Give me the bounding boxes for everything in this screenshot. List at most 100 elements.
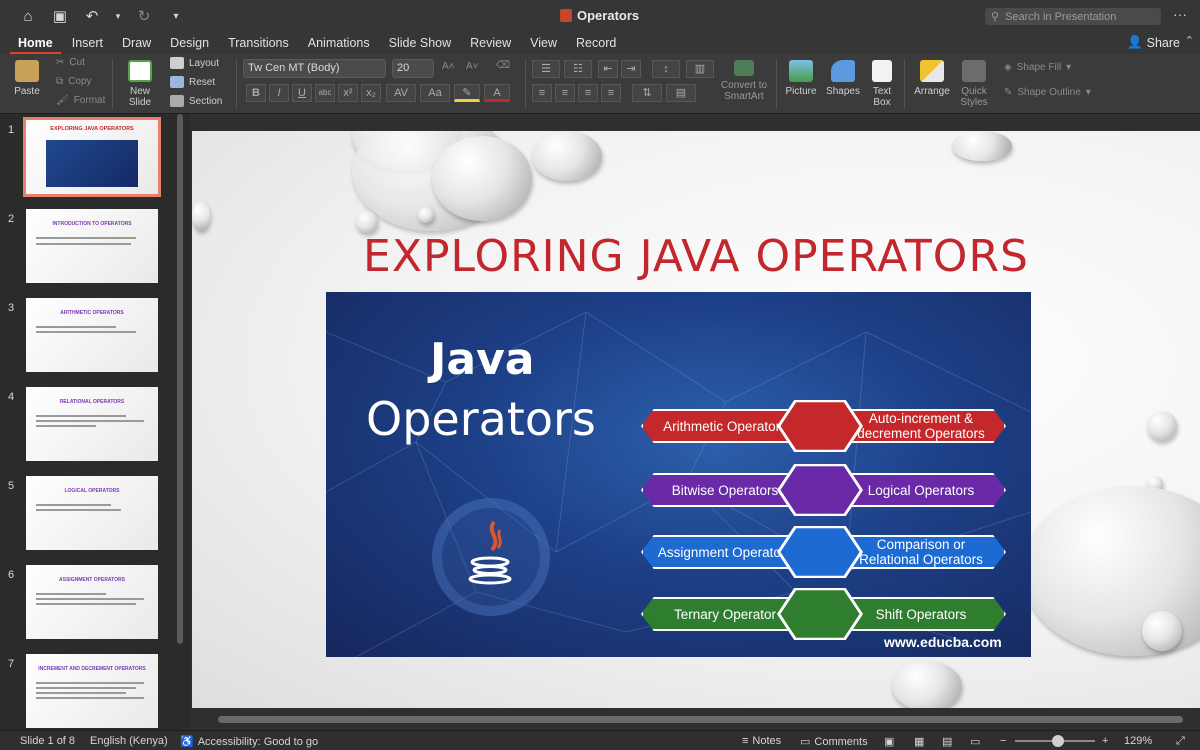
tab-animations[interactable]: Animations <box>300 34 378 54</box>
thumbnail-slide-5[interactable]: LOGICAL OPERATORS <box>26 476 158 550</box>
copy-button[interactable]: ⧉ Copy <box>56 76 92 87</box>
customize-toolbar-icon[interactable]: ▾ <box>166 6 186 26</box>
arrange-button[interactable]: Arrange <box>911 60 953 97</box>
fit-to-window-icon[interactable]: ⤢ <box>1176 735 1185 748</box>
numbering-icon[interactable]: ☷ <box>564 60 592 78</box>
text-box-button[interactable]: Text Box <box>868 60 896 108</box>
thumbnail-slide-1[interactable]: EXPLORING JAVA OPERATORS <box>23 117 161 197</box>
thumbnail-slide-4[interactable]: RELATIONAL OPERATORS <box>26 387 158 461</box>
line-spacing-icon[interactable]: ↕ <box>652 60 680 78</box>
search-input[interactable]: ⚲ Search in Presentation <box>985 8 1161 25</box>
shrink-font-icon[interactable]: A˅ <box>466 61 479 72</box>
slide-title[interactable]: EXPLORING JAVA OPERATORS <box>192 231 1200 282</box>
justify-icon[interactable]: ≡ <box>601 84 621 102</box>
thumbnail-slide-2[interactable]: INTRODUCTION TO OPERATORS <box>26 209 158 283</box>
decrease-indent-icon[interactable]: ⇤ <box>598 60 618 78</box>
copy-icon: ⧉ <box>56 76 64 87</box>
tab-transitions[interactable]: Transitions <box>220 34 297 54</box>
italic-icon[interactable]: I <box>269 84 289 102</box>
slide-thumbnail[interactable]: 7 INCREMENT AND DECREMENT OPERATORS <box>0 654 176 730</box>
redo-icon[interactable]: ↻ <box>134 6 154 26</box>
font-name-select[interactable]: Tw Cen MT (Body) <box>243 59 386 78</box>
bullets-icon[interactable]: ☰ <box>532 60 560 78</box>
tab-draw[interactable]: Draw <box>114 34 159 54</box>
title-bar: ⌂ ▣ ↶ ▾ ↻ ▾ Operators ⚲ Search in Presen… <box>0 0 1200 32</box>
normal-view-icon[interactable]: ▣ <box>884 735 894 748</box>
thumbnail-slide-6[interactable]: ASSIGNMENT OPERATORS <box>26 565 158 639</box>
font-color-icon[interactable]: A <box>484 84 510 102</box>
picture-button[interactable]: Picture <box>784 60 818 97</box>
thumbnail-slide-3[interactable]: ARITHMETIC OPERATORS <box>26 298 158 372</box>
subscript-icon[interactable]: x₂ <box>361 84 381 102</box>
thumbnail-slide-7[interactable]: INCREMENT AND DECREMENT OPERATORS <box>26 654 158 728</box>
clear-formatting-icon[interactable]: ⌫ <box>496 60 510 71</box>
zoom-slider-knob[interactable] <box>1052 735 1064 747</box>
quick-styles-button[interactable]: Quick Styles <box>956 60 992 108</box>
grow-font-icon[interactable]: A˄ <box>442 61 455 72</box>
notes-button[interactable]: ≡ Notes <box>742 735 781 747</box>
character-spacing-icon[interactable]: AV <box>386 84 416 102</box>
java-operators-banner-image[interactable]: Java Operators Arithmetic Operators Auto… <box>326 292 1031 657</box>
underline-icon[interactable]: U <box>292 84 312 102</box>
reading-view-icon[interactable]: ▤ <box>942 735 952 748</box>
paste-button[interactable]: Paste <box>8 60 46 97</box>
font-size-select[interactable]: 20 <box>392 59 434 78</box>
highlight-icon[interactable]: ✎ <box>454 84 480 102</box>
cut-button[interactable]: ✂ Cut <box>56 57 85 68</box>
bold-icon[interactable]: B <box>246 84 266 102</box>
more-options-icon[interactable]: ··· <box>1173 6 1187 22</box>
tab-review[interactable]: Review <box>462 34 519 54</box>
water-drop <box>532 131 602 181</box>
new-slide-button[interactable]: New Slide <box>122 60 158 108</box>
save-icon[interactable]: ▣ <box>50 6 70 26</box>
zoom-out-icon[interactable]: − <box>1000 735 1006 747</box>
align-text-icon[interactable]: ▤ <box>666 84 696 102</box>
increase-indent-icon[interactable]: ⇥ <box>621 60 641 78</box>
align-left-icon[interactable]: ≡ <box>532 84 552 102</box>
slide-thumbnail[interactable]: 4 RELATIONAL OPERATORS <box>0 387 176 467</box>
slide-thumbnail[interactable]: 1 EXPLORING JAVA OPERATORS <box>0 117 176 200</box>
shapes-button[interactable]: Shapes <box>824 60 862 97</box>
collapse-ribbon-icon[interactable]: ⌃ <box>1185 34 1194 47</box>
horizontal-scrollbar[interactable] <box>218 716 1183 723</box>
comments-button[interactable]: ▭ Comments <box>800 735 868 749</box>
tab-record[interactable]: Record <box>568 34 624 54</box>
change-case-icon[interactable]: Aa <box>420 84 450 102</box>
columns-icon[interactable]: ▥ <box>686 60 714 78</box>
tab-insert[interactable]: Insert <box>64 34 111 54</box>
slide-show-icon[interactable]: ▭ <box>970 735 980 748</box>
language-indicator[interactable]: English (Kenya) <box>90 735 168 747</box>
slide-thumbnail[interactable]: 3 ARITHMETIC OPERATORS <box>0 298 176 378</box>
align-center-icon[interactable]: ≡ <box>555 84 575 102</box>
home-icon[interactable]: ⌂ <box>18 6 38 26</box>
slide-thumbnail[interactable]: 2 INTRODUCTION TO OPERATORS <box>0 209 176 289</box>
accessibility-status[interactable]: ♿ Accessibility: Good to go <box>180 735 318 749</box>
undo-icon[interactable]: ↶ <box>82 6 102 26</box>
zoom-in-icon[interactable]: + <box>1102 735 1108 747</box>
share-button[interactable]: 👤 Share <box>1127 35 1180 50</box>
shape-fill-button[interactable]: ◈ Shape Fill ▾ <box>1004 62 1071 73</box>
new-slide-icon <box>128 60 152 82</box>
tab-design[interactable]: Design <box>162 34 217 54</box>
slide-thumbnail[interactable]: 5 LOGICAL OPERATORS <box>0 476 176 556</box>
text-direction-icon[interactable]: ⇅ <box>632 84 662 102</box>
undo-dropdown-icon[interactable]: ▾ <box>114 6 122 26</box>
superscript-icon[interactable]: x² <box>338 84 358 102</box>
reset-button[interactable]: Reset <box>170 76 215 88</box>
slide-sorter-icon[interactable]: ▦ <box>914 735 924 748</box>
zoom-level[interactable]: 129% <box>1124 735 1152 747</box>
align-right-icon[interactable]: ≡ <box>578 84 598 102</box>
format-painter-button[interactable]: 🖌 Format <box>56 95 105 106</box>
shape-outline-button[interactable]: ✎ Shape Outline ▾ <box>1004 87 1091 98</box>
slide-thumbnail[interactable]: 6 ASSIGNMENT OPERATORS <box>0 565 176 645</box>
tab-home[interactable]: Home <box>10 34 61 54</box>
section-button[interactable]: Section <box>170 95 222 107</box>
tab-slide-show[interactable]: Slide Show <box>381 34 460 54</box>
layout-button[interactable]: Layout <box>170 57 219 69</box>
slide-editor[interactable]: EXPLORING JAVA OPERATORS Java Operators <box>192 131 1200 708</box>
search-icon: ⚲ <box>991 11 1000 23</box>
thumbnails-scrollbar[interactable] <box>177 114 183 644</box>
convert-smartart-button[interactable]: Convert to SmartArt <box>716 60 772 102</box>
tab-view[interactable]: View <box>522 34 565 54</box>
strikethrough-icon[interactable]: abc <box>315 84 335 102</box>
